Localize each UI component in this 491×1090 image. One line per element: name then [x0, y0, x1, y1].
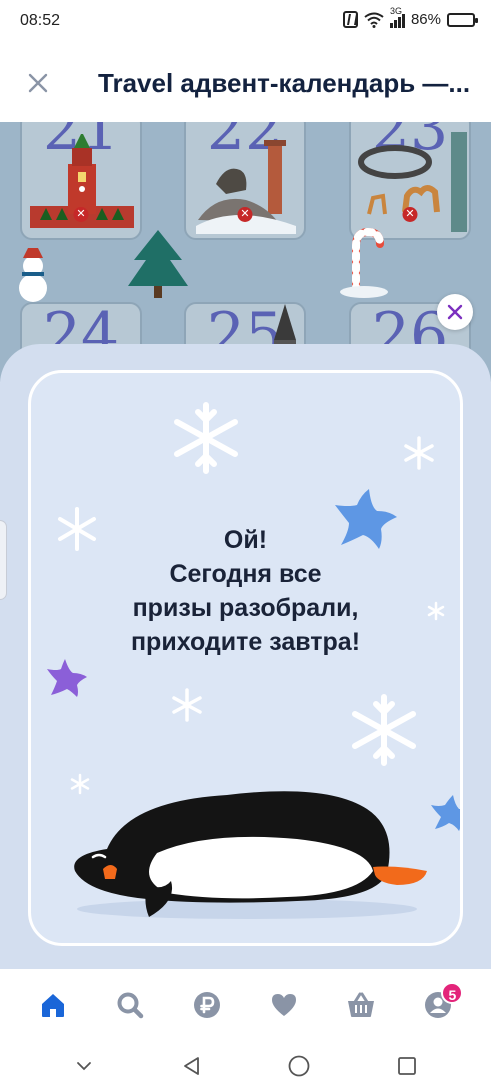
nav-search[interactable]: [105, 980, 155, 1030]
heart-icon: [272, 994, 297, 1016]
system-nav: [0, 1041, 491, 1090]
snowman-illustration: [19, 248, 47, 302]
snowflake-icon: [352, 694, 416, 766]
collapse-icon: [76, 1061, 91, 1070]
back-button[interactable]: [170, 1044, 214, 1088]
message-line: Сегодня все: [169, 560, 322, 588]
close-button[interactable]: [18, 63, 58, 103]
nav-payments[interactable]: [182, 980, 232, 1030]
close-icon: [28, 73, 48, 93]
page-title: Travel адвент-календарь —...: [98, 67, 471, 98]
star-icon: [47, 659, 87, 697]
nav-profile[interactable]: 5: [413, 980, 464, 1030]
snowflake-icon: [172, 688, 202, 722]
penguin-illustration: [74, 791, 427, 919]
ruble-icon: [193, 992, 220, 1018]
home-icon: [41, 994, 64, 1017]
dialog-close-button[interactable]: [437, 294, 473, 330]
calendar-day-card[interactable]: 22 ✕: [184, 122, 306, 240]
nav-favorites[interactable]: [259, 980, 309, 1030]
nav-home[interactable]: [28, 980, 78, 1030]
home-system-button[interactable]: [277, 1044, 321, 1088]
message-line: приходите завтра!: [130, 628, 361, 656]
collapse-button[interactable]: [62, 1044, 106, 1088]
message-line: Ой!: [223, 526, 268, 554]
closed-mark-icon: ✕: [73, 207, 89, 222]
close-icon: [447, 304, 463, 320]
message-line: призы разобрали,: [132, 594, 359, 622]
snowflake-icon: [174, 402, 238, 474]
battery-icon: [447, 12, 478, 27]
header: Travel адвент-календарь —...: [0, 44, 491, 122]
snowflake-icon: [404, 436, 434, 470]
calendar-day-card[interactable]: 23 ✕: [349, 122, 471, 240]
status-icons: 3G 86%: [342, 6, 478, 28]
battery-percent: 86%: [410, 11, 441, 28]
closed-mark-icon: ✕: [402, 207, 418, 222]
prize-dialog: Ой! Сегодня все призы разобрали, приходи…: [0, 344, 491, 969]
status-bar: 08:52 3G 86%: [0, 0, 491, 44]
nav-basket[interactable]: [336, 980, 386, 1030]
candy-cane-illustration: [340, 228, 388, 298]
advent-calendar: 21 ✕ 22 ✕ 23 ✕: [0, 122, 491, 382]
side-handle[interactable]: [0, 520, 7, 600]
wifi-icon: [364, 12, 384, 28]
recents-button[interactable]: [385, 1044, 429, 1088]
home-circle-icon: [288, 1055, 310, 1076]
network-type: 3G: [389, 5, 402, 16]
sold-out-message: Ой! Сегодня все призы разобрали, приходи…: [31, 523, 460, 659]
basket-icon: [348, 992, 375, 1017]
recents-icon: [398, 1056, 417, 1075]
fir-tree-illustration: [128, 230, 188, 298]
status-time: 08:52: [20, 12, 61, 29]
bottom-nav: 5: [0, 969, 491, 1041]
prize-dialog-card: Ой! Сегодня все призы разобрали, приходи…: [28, 370, 463, 946]
notification-badge: 5: [441, 982, 464, 1004]
closed-mark-icon: ✕: [237, 207, 253, 222]
nfc-icon: [342, 11, 358, 28]
back-icon: [183, 1056, 199, 1075]
calendar-day-card[interactable]: 21 ✕: [20, 122, 142, 240]
search-icon: [117, 992, 143, 1019]
cell-signal-icon: 3G: [389, 6, 405, 28]
